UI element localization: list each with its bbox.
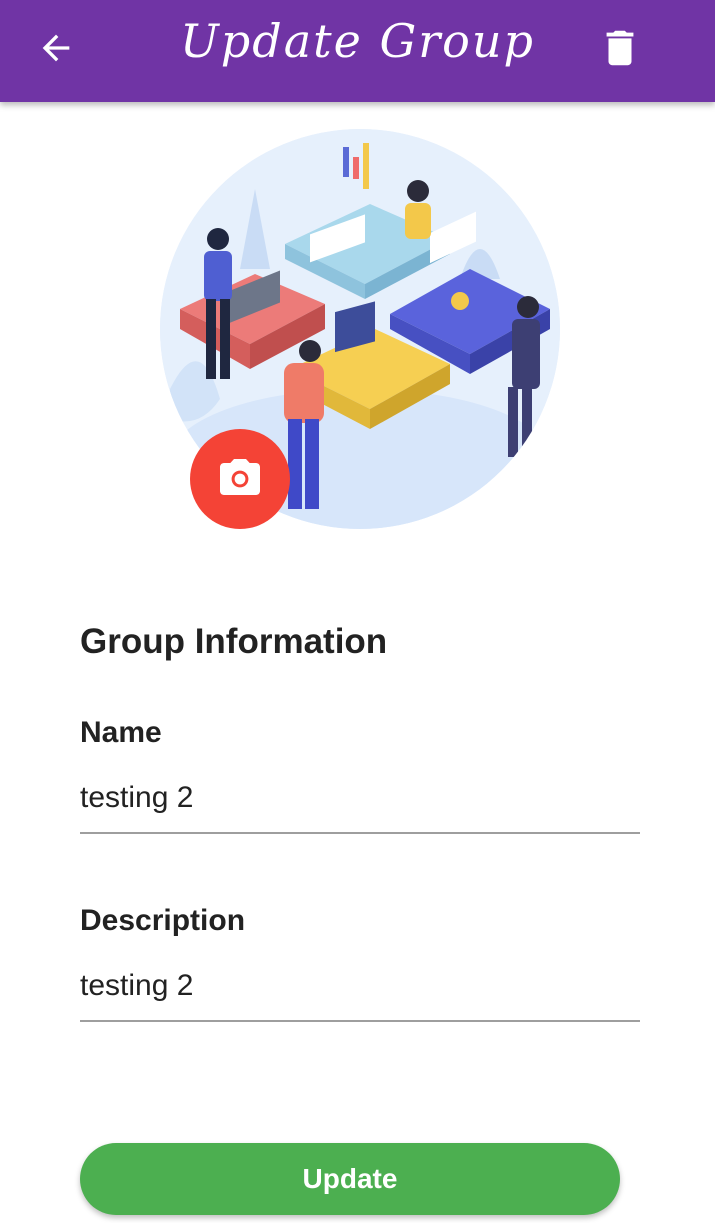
delete-button[interactable] bbox=[586, 18, 654, 78]
description-field[interactable] bbox=[80, 964, 640, 1022]
change-photo-button[interactable] bbox=[190, 429, 290, 529]
camera-icon bbox=[220, 459, 260, 495]
name-label: Name bbox=[80, 716, 162, 749]
description-label: Description bbox=[80, 904, 246, 937]
group-avatar-container bbox=[160, 129, 560, 529]
section-title: Group Information bbox=[80, 622, 388, 661]
trash-icon bbox=[606, 30, 634, 66]
name-field[interactable] bbox=[80, 776, 640, 834]
update-button[interactable]: Update bbox=[80, 1143, 620, 1215]
app-bar: Update Group bbox=[0, 0, 715, 102]
